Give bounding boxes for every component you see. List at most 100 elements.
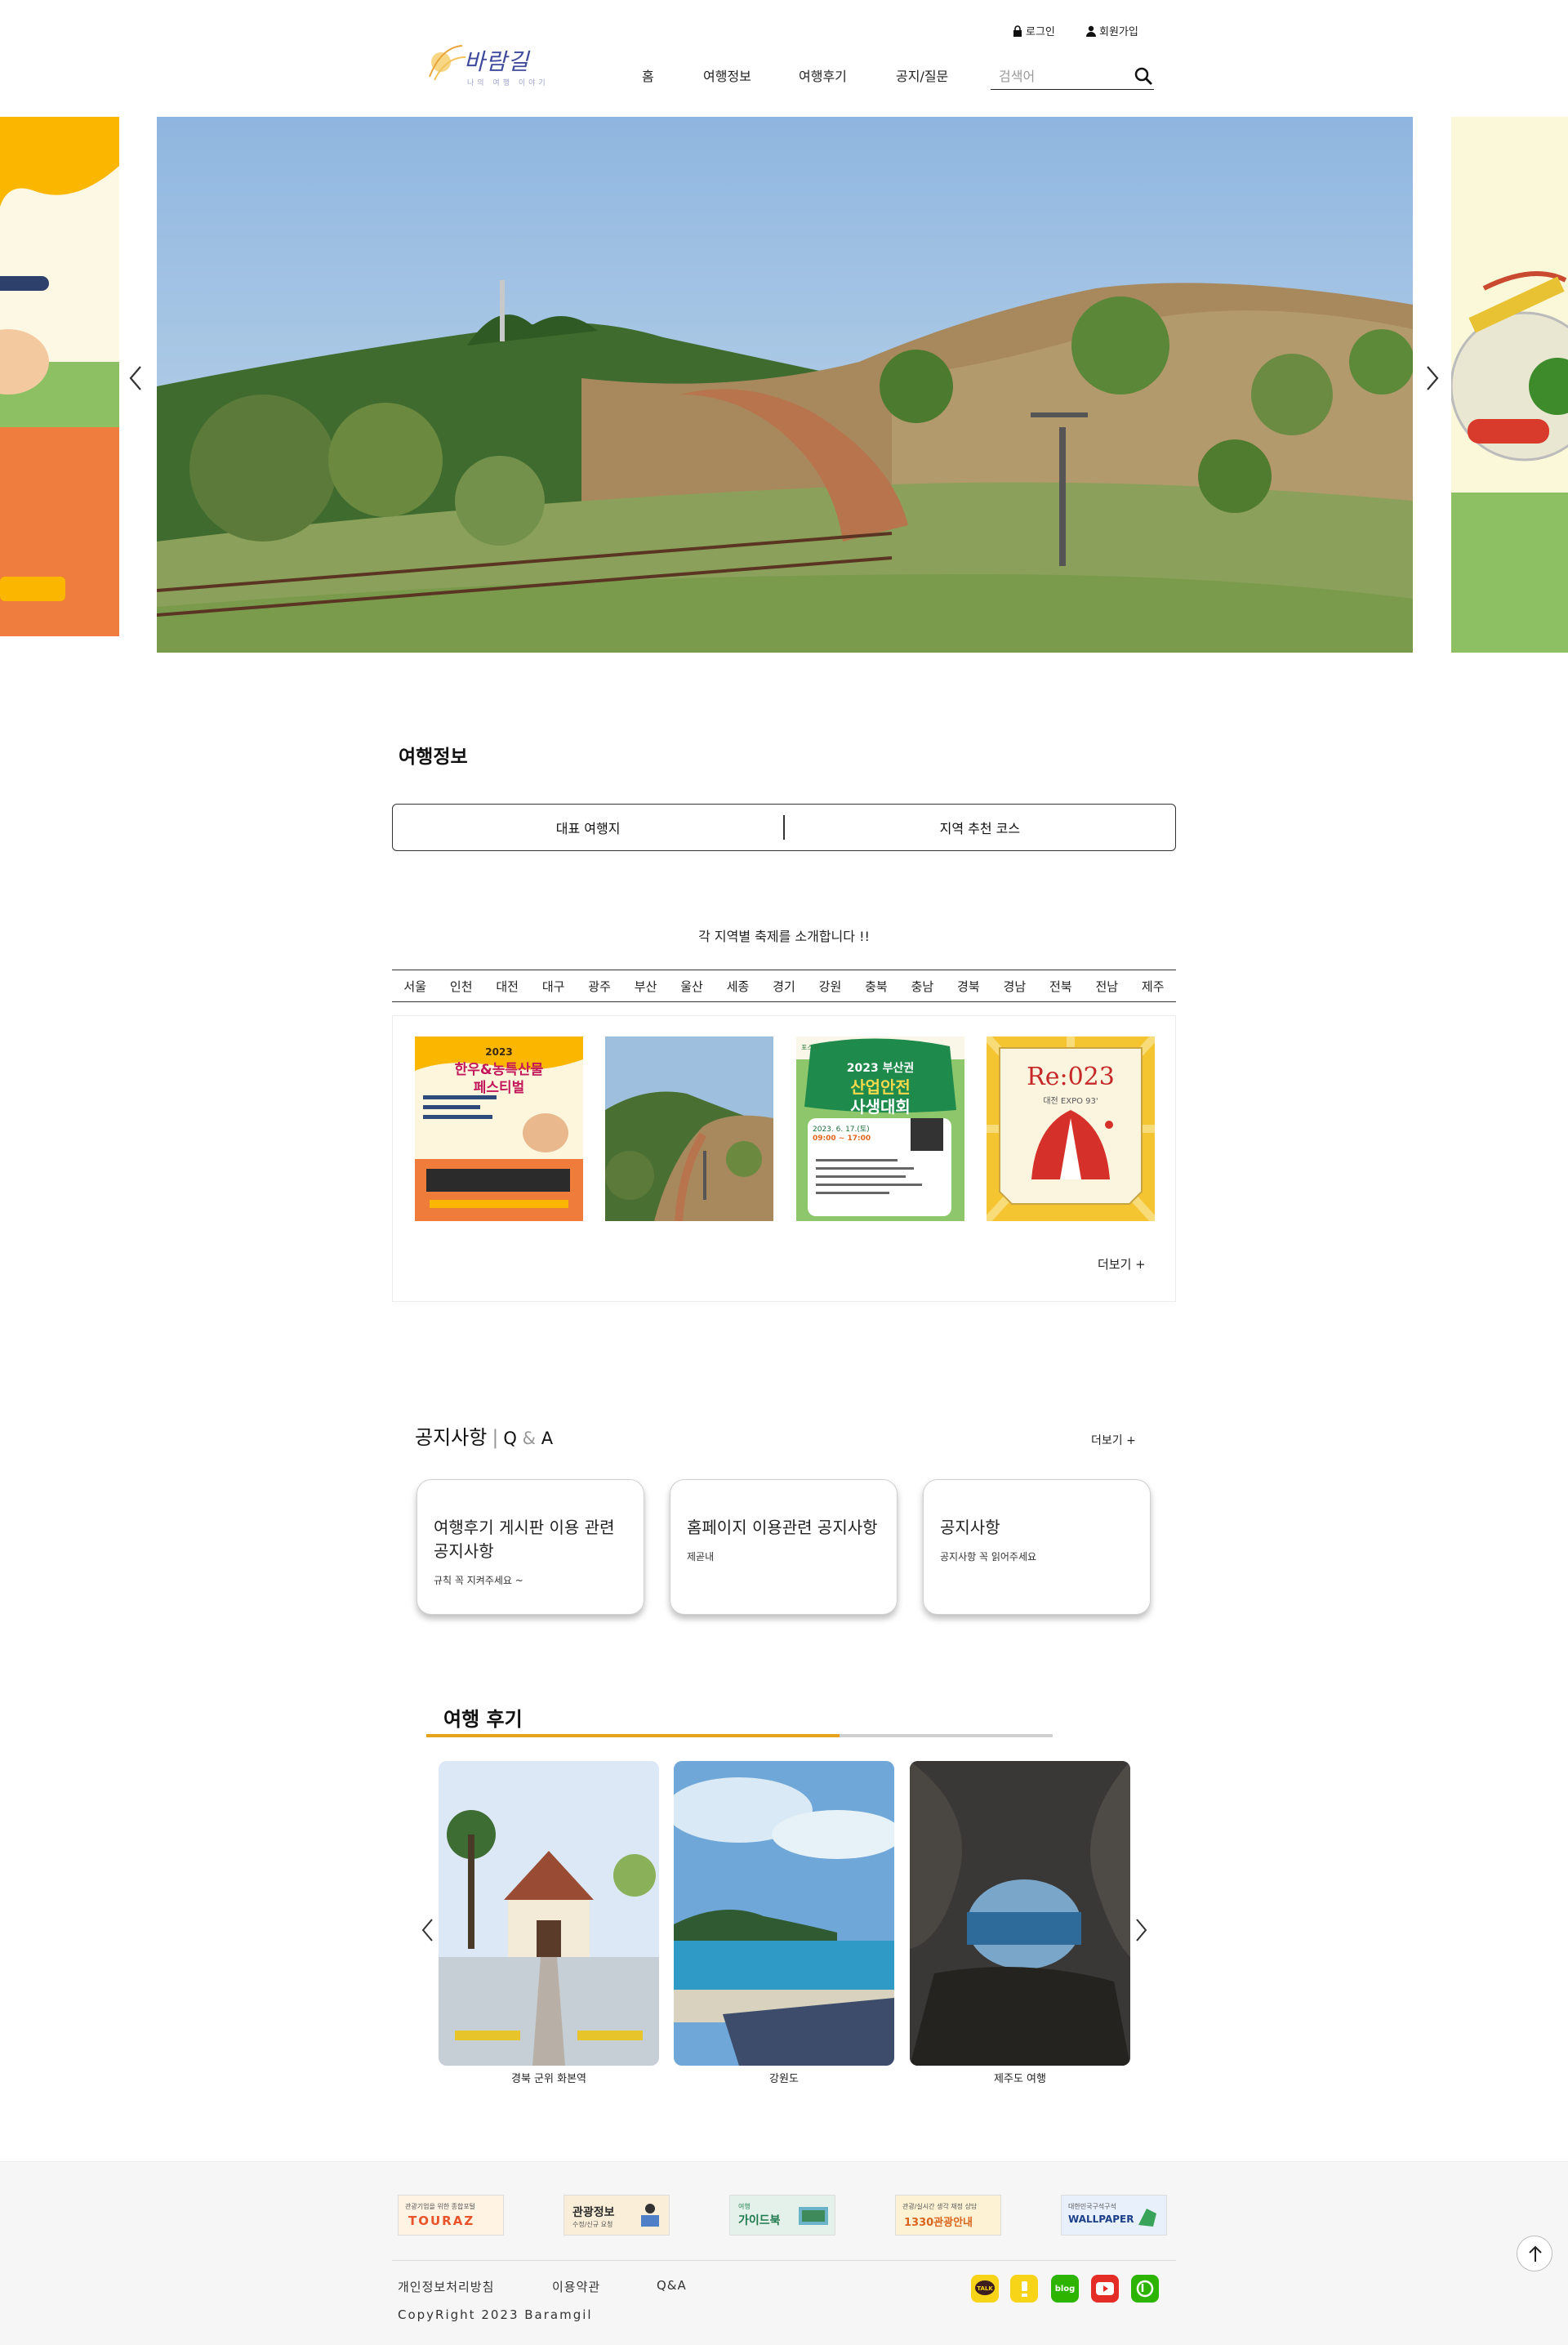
title-separator: | [492, 1426, 499, 1449]
nav-home[interactable]: 홈 [642, 65, 654, 85]
notice-card-subtitle: 공지사항 꼭 읽어주세요 [940, 1551, 1037, 1563]
hero-next-slide-peek[interactable] [1451, 117, 1568, 653]
search-icon[interactable] [1133, 65, 1154, 87]
region-jeonbuk[interactable]: 전북 [1049, 978, 1072, 995]
region-gyeonggi[interactable]: 경기 [773, 978, 795, 995]
naver-blog-icon[interactable]: blog [1051, 2275, 1079, 2303]
poster-title-line1: 2023 부산권 [846, 1062, 915, 1075]
notice-card[interactable]: 여행후기 게시판 이용 관련 공지사항 규칙 꼭 지켜주세요 ~ [416, 1479, 644, 1615]
region-gyeongbuk[interactable]: 경북 [957, 978, 980, 995]
notice-card-title: 공지사항 [940, 1518, 1000, 1537]
review-card[interactable] [439, 1761, 659, 2066]
footer-divider [392, 2260, 1176, 2261]
banner-guidebook[interactable]: 여행 가이드북 [729, 2195, 835, 2236]
region-busan[interactable]: 부산 [635, 978, 657, 995]
station-photo-image [439, 1761, 659, 2066]
review-prev-arrow-icon[interactable] [418, 1916, 438, 1944]
festival-photo-park[interactable] [605, 1037, 773, 1221]
terms-link[interactable]: 이용약관 [552, 2278, 600, 2295]
kakaotalk-icon[interactable]: TALK [971, 2275, 999, 2303]
logo-text: 바람길 [464, 48, 530, 75]
hero-prev-slide-peek[interactable] [0, 117, 119, 636]
region-chungbuk[interactable]: 충북 [865, 978, 888, 995]
banner-caption: 수정/신규 요청 [572, 2221, 613, 2228]
qna-link[interactable]: Q&A [657, 2278, 687, 2293]
poster-title-line3: 사생대회 [850, 1097, 911, 1117]
qna-ampersand: & [522, 1429, 537, 1448]
youtube-glyph [1096, 2282, 1114, 2295]
nav-notice-qna[interactable]: 공지/질문 [896, 65, 948, 85]
hero-landscape-image [157, 117, 1413, 653]
notice-heading: 공지사항 | Q & A [415, 1421, 553, 1450]
banner-title: 관광정보 [572, 2206, 615, 2219]
kakaotalk-label: TALK [977, 2285, 993, 2292]
poster-title-line2: 대전 EXPO 93' [1043, 1097, 1098, 1106]
nav-travel-info[interactable]: 여행정보 [703, 65, 751, 85]
copyright: CopyRight 2023 Baramgil [398, 2307, 593, 2322]
festival-poster-hanwoo[interactable]: 2023 한우&농특산물 페스티벌 [415, 1037, 583, 1221]
qna-tab-label[interactable]: Q & A [503, 1429, 553, 1448]
banner-tour-info[interactable]: 관광정보 수정/신규 요청 [564, 2195, 670, 2236]
scroll-to-top-button[interactable] [1517, 2236, 1552, 2271]
review-next-arrow-icon[interactable] [1131, 1916, 1151, 1944]
kakao-story-icon[interactable] [1010, 2275, 1038, 2303]
travel-info-heading: 여행정보 [399, 747, 468, 768]
notice-card[interactable]: 홈페이지 이용관련 공지사항 제곧내 [670, 1479, 898, 1615]
banner-title: TOURAZ [408, 2213, 475, 2228]
festival-heading: 각 지역별 축제를 소개합니다 !! [698, 929, 870, 944]
login-link[interactable]: 로그인 [1013, 23, 1055, 38]
region-filter: 서울 인천 대전 대구 광주 부산 울산 세종 경기 강원 충북 충남 경북 경… [392, 970, 1176, 1002]
region-jeonnam[interactable]: 전남 [1095, 978, 1118, 995]
hero-slide-main[interactable] [157, 117, 1413, 653]
notice-tab-label[interactable]: 공지사항 [415, 1426, 487, 1449]
nav-travel-review[interactable]: 여행후기 [799, 65, 847, 85]
banner-touraz[interactable]: 관광기업을 위한 종합포털 TOURAZ [398, 2195, 504, 2236]
region-gyeongnam[interactable]: 경남 [1004, 978, 1027, 995]
notice-more-link[interactable]: 더보기 + [1091, 1432, 1136, 1448]
poster-year: 2023 [485, 1046, 513, 1058]
naver-band-icon[interactable] [1131, 2275, 1159, 2303]
privacy-policy-link[interactable]: 개인정보처리방침 [398, 2278, 494, 2295]
festival-more-link[interactable]: 더보기 + [1098, 1255, 1146, 1273]
tab-regional-courses[interactable]: 지역 추천 코스 [785, 818, 1175, 837]
region-gwangju[interactable]: 광주 [588, 978, 611, 995]
book-icon [799, 2207, 828, 2225]
search-input[interactable] [999, 69, 1129, 84]
region-sejong[interactable]: 세종 [727, 978, 750, 995]
region-gangwon[interactable]: 강원 [819, 978, 842, 995]
qna-a: A [541, 1429, 554, 1448]
banner-title: WALLPAPER [1068, 2213, 1134, 2225]
banner-caption: 여행 [738, 2203, 751, 2210]
signup-link[interactable]: 회원가입 [1086, 23, 1138, 38]
notice-card-title: 홈페이지 이용관련 공지사항 [687, 1518, 878, 1537]
review-heading: 여행 후기 [443, 1708, 523, 1731]
banner-wallpaper[interactable]: 대한민국구석구석 WALLPAPER [1061, 2195, 1167, 2236]
user-icon [1086, 25, 1096, 37]
person-laptop-icon [641, 2204, 659, 2227]
banner-1330-info[interactable]: 관광/실시간 생각 재정 상담 1330관광안내 [895, 2195, 1001, 2236]
banner-caption: 대한민국구석구석 [1068, 2203, 1116, 2210]
region-ulsan[interactable]: 울산 [680, 978, 703, 995]
tab-featured-destinations[interactable]: 대표 여행지 [393, 818, 783, 837]
banner-title: 1330관광안내 [904, 2217, 973, 2229]
band-glyph [1136, 2280, 1154, 2298]
festival-gallery: 2023 한우&농특산물 페스티벌 포스터 2023 부산권 산업안전 사생대회… [392, 1015, 1176, 1302]
review-card[interactable] [674, 1761, 894, 2066]
region-daejeon[interactable]: 대전 [496, 978, 519, 995]
review-card[interactable] [910, 1761, 1130, 2066]
festival-poster-expo[interactable]: Re:023 대전 EXPO 93' [987, 1037, 1155, 1221]
park-photo-image [605, 1037, 773, 1221]
region-seoul[interactable]: 서울 [403, 978, 426, 995]
site-logo[interactable]: 바람길 나의 여행 이야기 [425, 33, 555, 94]
hero-prev-arrow-icon[interactable] [124, 363, 149, 393]
region-incheon[interactable]: 인천 [450, 978, 473, 995]
region-jeju[interactable]: 제주 [1142, 978, 1165, 995]
notice-card[interactable]: 공지사항 공지사항 꼭 읽어주세요 [923, 1479, 1151, 1615]
hero-next-arrow-icon[interactable] [1419, 363, 1444, 393]
lock-icon [1013, 25, 1022, 37]
region-chungnam[interactable]: 충남 [911, 978, 934, 995]
blog-label: blog [1054, 2284, 1076, 2294]
youtube-icon[interactable] [1091, 2275, 1119, 2303]
region-daegu[interactable]: 대구 [542, 978, 565, 995]
festival-poster-safety[interactable]: 포스터 2023 부산권 산업안전 사생대회 2023. 6. 17.(토) 0… [796, 1037, 964, 1221]
